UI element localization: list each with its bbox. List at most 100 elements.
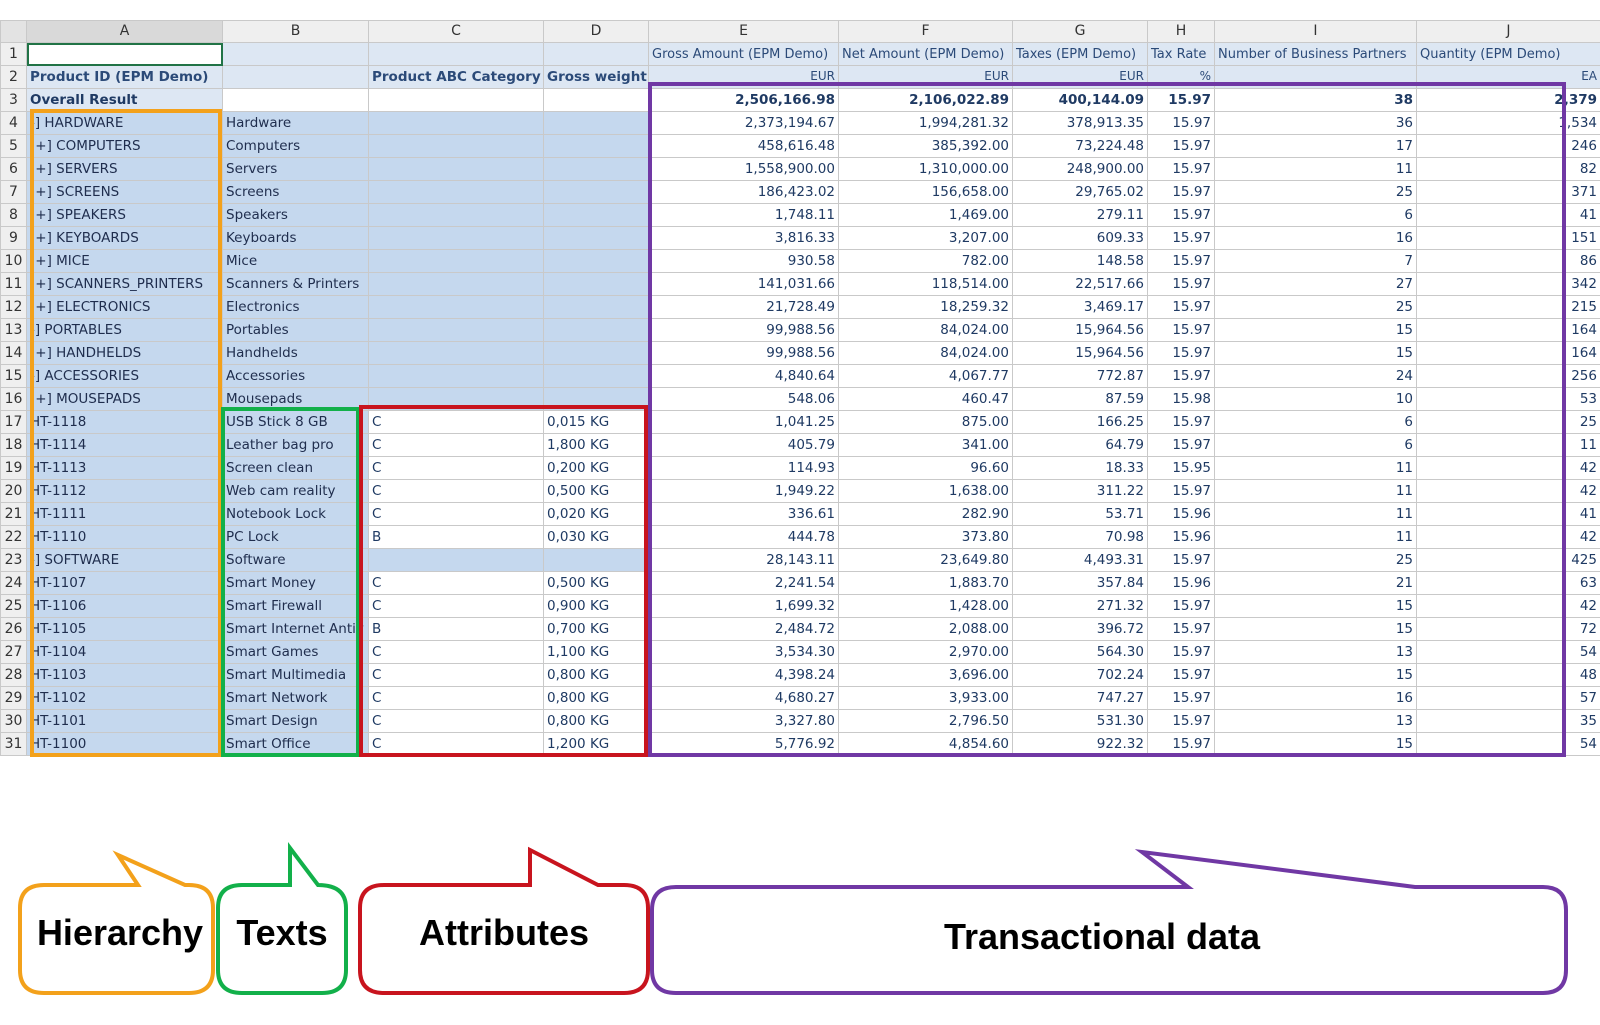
hierarchy-node-cell[interactable]: HT-1110 <box>26 525 223 549</box>
abc-category-cell[interactable]: C <box>368 571 544 595</box>
gross-weight-cell[interactable] <box>543 180 649 204</box>
value-cell[interactable]: 15.96 <box>1147 502 1215 526</box>
hierarchy-node-cell[interactable]: -] HARDWARE <box>26 111 223 135</box>
column-header-c[interactable]: C <box>368 20 544 43</box>
abc-category-cell[interactable]: C <box>368 433 544 457</box>
text-cell[interactable]: Keyboards <box>222 226 369 250</box>
hierarchy-node-cell[interactable]: HT-1118 <box>26 410 223 434</box>
value-cell[interactable]: 25 <box>1214 295 1417 319</box>
value-cell[interactable]: 15.97 <box>1147 249 1215 273</box>
gross-weight-cell[interactable]: 0,800 KG <box>543 709 649 733</box>
text-cell[interactable]: Smart Games <box>222 640 369 664</box>
text-cell[interactable]: Electronics <box>222 295 369 319</box>
text-cell[interactable]: Smart Firewall <box>222 594 369 618</box>
value-cell[interactable]: 3,816.33 <box>648 226 839 250</box>
value-cell[interactable]: 166.25 <box>1012 410 1148 434</box>
text-cell[interactable]: Smart Multimedia <box>222 663 369 687</box>
value-cell[interactable]: 25 <box>1214 180 1417 204</box>
value-cell[interactable]: 18.33 <box>1012 456 1148 480</box>
value-cell[interactable]: 15.97 <box>1147 295 1215 319</box>
gross-weight-cell[interactable] <box>543 249 649 273</box>
hierarchy-node-cell[interactable]: HT-1111 <box>26 502 223 526</box>
value-cell[interactable]: 15.97 <box>1147 433 1215 457</box>
value-cell[interactable]: 4,840.64 <box>648 364 839 388</box>
row-header[interactable]: 10 <box>0 249 27 273</box>
value-cell[interactable]: 15.97 <box>1147 364 1215 388</box>
row-header[interactable]: 11 <box>0 272 27 296</box>
value-cell[interactable]: 405.79 <box>648 433 839 457</box>
value-cell[interactable]: 99,988.56 <box>648 341 839 365</box>
abc-category-cell[interactable]: B <box>368 617 544 641</box>
abc-category-cell[interactable] <box>368 226 544 250</box>
value-cell[interactable]: 1,994,281.32 <box>838 111 1013 135</box>
value-cell[interactable]: 930.58 <box>648 249 839 273</box>
value-cell[interactable]: 772.87 <box>1012 364 1148 388</box>
cell-d3[interactable] <box>543 88 649 112</box>
abc-category-cell[interactable] <box>368 157 544 181</box>
cell-b2[interactable] <box>222 65 369 89</box>
gross-weight-cell[interactable] <box>543 318 649 342</box>
row-header[interactable]: 22 <box>0 525 27 549</box>
value-cell[interactable]: 99,988.56 <box>648 318 839 342</box>
abc-category-cell[interactable] <box>368 387 544 411</box>
row-header[interactable]: 5 <box>0 134 27 158</box>
value-cell[interactable]: 747.27 <box>1012 686 1148 710</box>
value-cell[interactable]: 148.58 <box>1012 249 1148 273</box>
text-cell[interactable]: Smart Office <box>222 732 369 756</box>
gross-weight-cell[interactable]: 0,900 KG <box>543 594 649 618</box>
value-cell[interactable]: 564.30 <box>1012 640 1148 664</box>
value-cell[interactable]: 378,913.35 <box>1012 111 1148 135</box>
total-net-amount[interactable]: 2,106,022.89 <box>838 88 1013 112</box>
value-cell[interactable]: 311.22 <box>1012 479 1148 503</box>
value-cell[interactable]: 35 <box>1416 709 1600 733</box>
value-cell[interactable]: 6 <box>1214 410 1417 434</box>
value-cell[interactable]: 42 <box>1416 525 1600 549</box>
value-cell[interactable]: 15.97 <box>1147 341 1215 365</box>
value-cell[interactable]: 57 <box>1416 686 1600 710</box>
gross-weight-cell[interactable] <box>543 203 649 227</box>
value-cell[interactable]: 164 <box>1416 318 1600 342</box>
total-tax-rate[interactable]: 15.97 <box>1147 88 1215 112</box>
hierarchy-node-cell[interactable]: [+] ELECTRONICS <box>26 295 223 319</box>
unit-gross-amount[interactable]: EUR <box>648 65 839 89</box>
text-cell[interactable]: Accessories <box>222 364 369 388</box>
value-cell[interactable]: 84,024.00 <box>838 341 1013 365</box>
value-cell[interactable]: 151 <box>1416 226 1600 250</box>
text-cell[interactable]: Software <box>222 548 369 572</box>
column-header-b[interactable]: B <box>222 20 369 43</box>
row-header[interactable]: 3 <box>0 88 27 112</box>
value-cell[interactable]: 3,696.00 <box>838 663 1013 687</box>
row-header[interactable]: 1 <box>0 42 27 66</box>
abc-category-cell[interactable]: C <box>368 640 544 664</box>
value-cell[interactable]: 425 <box>1416 548 1600 572</box>
text-cell[interactable]: Smart Money <box>222 571 369 595</box>
header-net-amount[interactable]: Net Amount (EPM Demo) <box>838 42 1013 66</box>
gross-weight-cell[interactable]: 0,700 KG <box>543 617 649 641</box>
value-cell[interactable]: 15.97 <box>1147 617 1215 641</box>
value-cell[interactable]: 23,649.80 <box>838 548 1013 572</box>
hierarchy-node-cell[interactable]: HT-1106 <box>26 594 223 618</box>
value-cell[interactable]: 15 <box>1214 732 1417 756</box>
value-cell[interactable]: 15.97 <box>1147 709 1215 733</box>
value-cell[interactable]: 53 <box>1416 387 1600 411</box>
hierarchy-node-cell[interactable]: HT-1104 <box>26 640 223 664</box>
hierarchy-node-cell[interactable]: HT-1100 <box>26 732 223 756</box>
gross-weight-cell[interactable] <box>543 387 649 411</box>
value-cell[interactable]: 248,900.00 <box>1012 157 1148 181</box>
value-cell[interactable]: 15.97 <box>1147 203 1215 227</box>
gross-weight-cell[interactable]: 0,500 KG <box>543 571 649 595</box>
value-cell[interactable]: 922.32 <box>1012 732 1148 756</box>
cell-c3[interactable] <box>368 88 544 112</box>
header-gross-weight[interactable]: Gross weight <box>543 65 649 89</box>
abc-category-cell[interactable]: B <box>368 525 544 549</box>
value-cell[interactable]: 609.33 <box>1012 226 1148 250</box>
value-cell[interactable]: 96.60 <box>838 456 1013 480</box>
value-cell[interactable]: 2,241.54 <box>648 571 839 595</box>
abc-category-cell[interactable] <box>368 364 544 388</box>
row-header[interactable]: 30 <box>0 709 27 733</box>
value-cell[interactable]: 341.00 <box>838 433 1013 457</box>
value-cell[interactable]: 15.97 <box>1147 479 1215 503</box>
cell-b1[interactable] <box>222 42 369 66</box>
cell-b3[interactable] <box>222 88 369 112</box>
value-cell[interactable]: 15.97 <box>1147 226 1215 250</box>
